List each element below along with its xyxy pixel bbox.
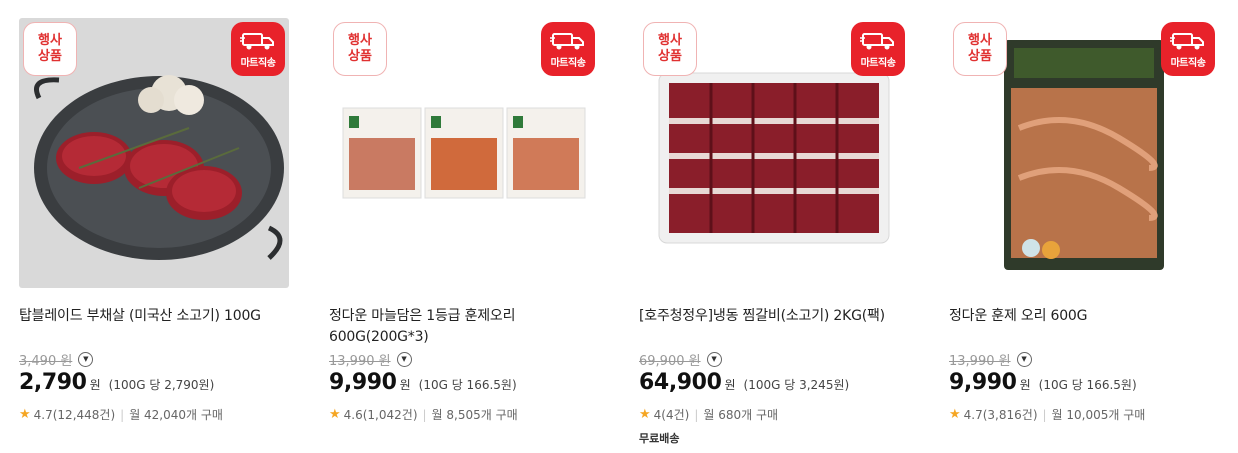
price-row: 64,900 원 (100G 당 3,245원) [639, 370, 911, 402]
rating-row: ★ 4.7(12,448건) | 월 42,040개 구매 [19, 406, 291, 423]
purchase-count: 월 680개 구매 [703, 408, 779, 422]
free-shipping-label: 무료배송 [639, 432, 680, 445]
original-price: 3,490 원 [19, 353, 73, 369]
star-icon: ★ [639, 407, 651, 422]
product-image[interactable]: 행사 상품 마트직송 [949, 18, 1219, 288]
chevron-down-icon[interactable]: ▼ [78, 351, 94, 367]
mart-badge-label: 마트직송 [550, 57, 586, 69]
sale-price: 9,990 [949, 370, 1017, 395]
product-image[interactable]: 행사 상품 마트직송 [19, 18, 289, 288]
star-icon: ★ [949, 407, 961, 422]
mart-badge-label: 마트직송 [860, 57, 896, 69]
truck-icon [240, 32, 274, 49]
truck-icon [860, 32, 894, 49]
chevron-down-icon[interactable]: ▼ [396, 351, 412, 367]
original-price: 13,990 원 [329, 353, 391, 369]
product-title[interactable]: 탑블레이드 부채살 (미국산 소고기) 100G [19, 306, 291, 348]
product-grid: 행사 상품 마트직송 탑블레이드 부채살 (미국산 소고기) 100G 3,490… [0, 0, 1238, 453]
mart-badge-label: 마트직송 [240, 57, 276, 69]
sale-price: 9,990 [329, 370, 397, 395]
sale-price: 2,790 [19, 370, 87, 395]
price-row: 9,990 원 (10G 당 166.5원) [329, 370, 601, 402]
unit-price: (100G 당 2,790원) [108, 378, 215, 392]
original-price-row: 13,990 원 ▼ [329, 348, 601, 370]
divider: | [1042, 407, 1047, 422]
rating-text: 4.7(3,816건) [963, 408, 1038, 422]
purchase-count: 월 10,005개 구매 [1051, 408, 1146, 422]
divider: | [120, 407, 125, 422]
currency-label: 원 [1019, 378, 1031, 392]
original-price-row: 13,990 원 ▼ [949, 348, 1221, 370]
product-card[interactable]: 행사 상품 마트직송 정다운 마늘담은 1등급 훈제오리 600G(200G*3)… [329, 18, 601, 423]
product-image[interactable]: 행사 상품 마트직송 [329, 18, 599, 288]
mart-badge-label: 마트직송 [1170, 57, 1206, 69]
currency-label: 원 [724, 378, 736, 392]
event-badge-label: 행사 상품 [658, 33, 682, 64]
currency-label: 원 [399, 378, 411, 392]
rating-row: ★ 4.6(1,042건) | 월 8,505개 구매 [329, 406, 601, 423]
event-badge: 행사 상품 [23, 22, 77, 76]
price-row: 2,790 원 (100G 당 2,790원) [19, 370, 291, 402]
purchase-count: 월 42,040개 구매 [129, 408, 223, 422]
rating-row: ★ 4.7(3,816건) | 월 10,005개 구매 [949, 406, 1221, 423]
divider: | [694, 407, 699, 422]
event-badge: 행사 상품 [643, 22, 697, 76]
rating-text: 4.7(12,448건) [33, 408, 116, 422]
chevron-down-icon[interactable]: ▼ [706, 351, 722, 367]
product-title[interactable]: 정다운 훈제 오리 600G [949, 306, 1221, 348]
rating-text: 4.6(1,042건) [343, 408, 418, 422]
rating-row: ★ 4(4건) | 월 680개 구매 [639, 406, 911, 423]
product-card[interactable]: 행사 상품 마트직송 [호주청정우]냉동 찜갈비(소고기) 2KG(팩) 69,9… [639, 18, 911, 446]
event-badge-label: 행사 상품 [968, 33, 992, 64]
product-card[interactable]: 행사 상품 마트직송 탑블레이드 부채살 (미국산 소고기) 100G 3,490… [19, 18, 291, 423]
rating-text: 4(4건) [653, 408, 690, 422]
truck-icon [550, 32, 584, 49]
mart-delivery-badge: 마트직송 [851, 22, 905, 76]
product-card[interactable]: 행사 상품 마트직송 정다운 훈제 오리 600G 13,990 원 ▼ 9,99… [949, 18, 1221, 423]
mart-delivery-badge: 마트직송 [231, 22, 285, 76]
purchase-count: 월 8,505개 구매 [431, 408, 518, 422]
original-price-row: 69,900 원 ▼ [639, 348, 911, 370]
mart-delivery-badge: 마트직송 [1161, 22, 1215, 76]
price-row: 9,990 원 (10G 당 166.5원) [949, 370, 1221, 402]
unit-price: (100G 당 3,245원) [743, 378, 850, 392]
original-price: 13,990 원 [949, 353, 1011, 369]
star-icon: ★ [329, 407, 341, 422]
chevron-down-icon[interactable]: ▼ [1016, 351, 1032, 367]
event-badge: 행사 상품 [333, 22, 387, 76]
unit-price: (10G 당 166.5원) [418, 378, 517, 392]
product-title[interactable]: [호주청정우]냉동 찜갈비(소고기) 2KG(팩) [639, 306, 911, 348]
event-badge: 행사 상품 [953, 22, 1007, 76]
product-image[interactable]: 행사 상품 마트직송 [639, 18, 909, 288]
unit-price: (10G 당 166.5원) [1038, 378, 1137, 392]
divider: | [422, 407, 427, 422]
product-title[interactable]: 정다운 마늘담은 1등급 훈제오리 600G(200G*3) [329, 306, 601, 348]
event-badge-label: 행사 상품 [38, 33, 62, 64]
original-price-row: 3,490 원 ▼ [19, 348, 291, 370]
sale-price: 64,900 [639, 370, 722, 395]
mart-delivery-badge: 마트직송 [541, 22, 595, 76]
original-price: 69,900 원 [639, 353, 701, 369]
star-icon: ★ [19, 407, 31, 422]
currency-label: 원 [89, 378, 101, 392]
truck-icon [1170, 32, 1204, 49]
event-badge-label: 행사 상품 [348, 33, 372, 64]
